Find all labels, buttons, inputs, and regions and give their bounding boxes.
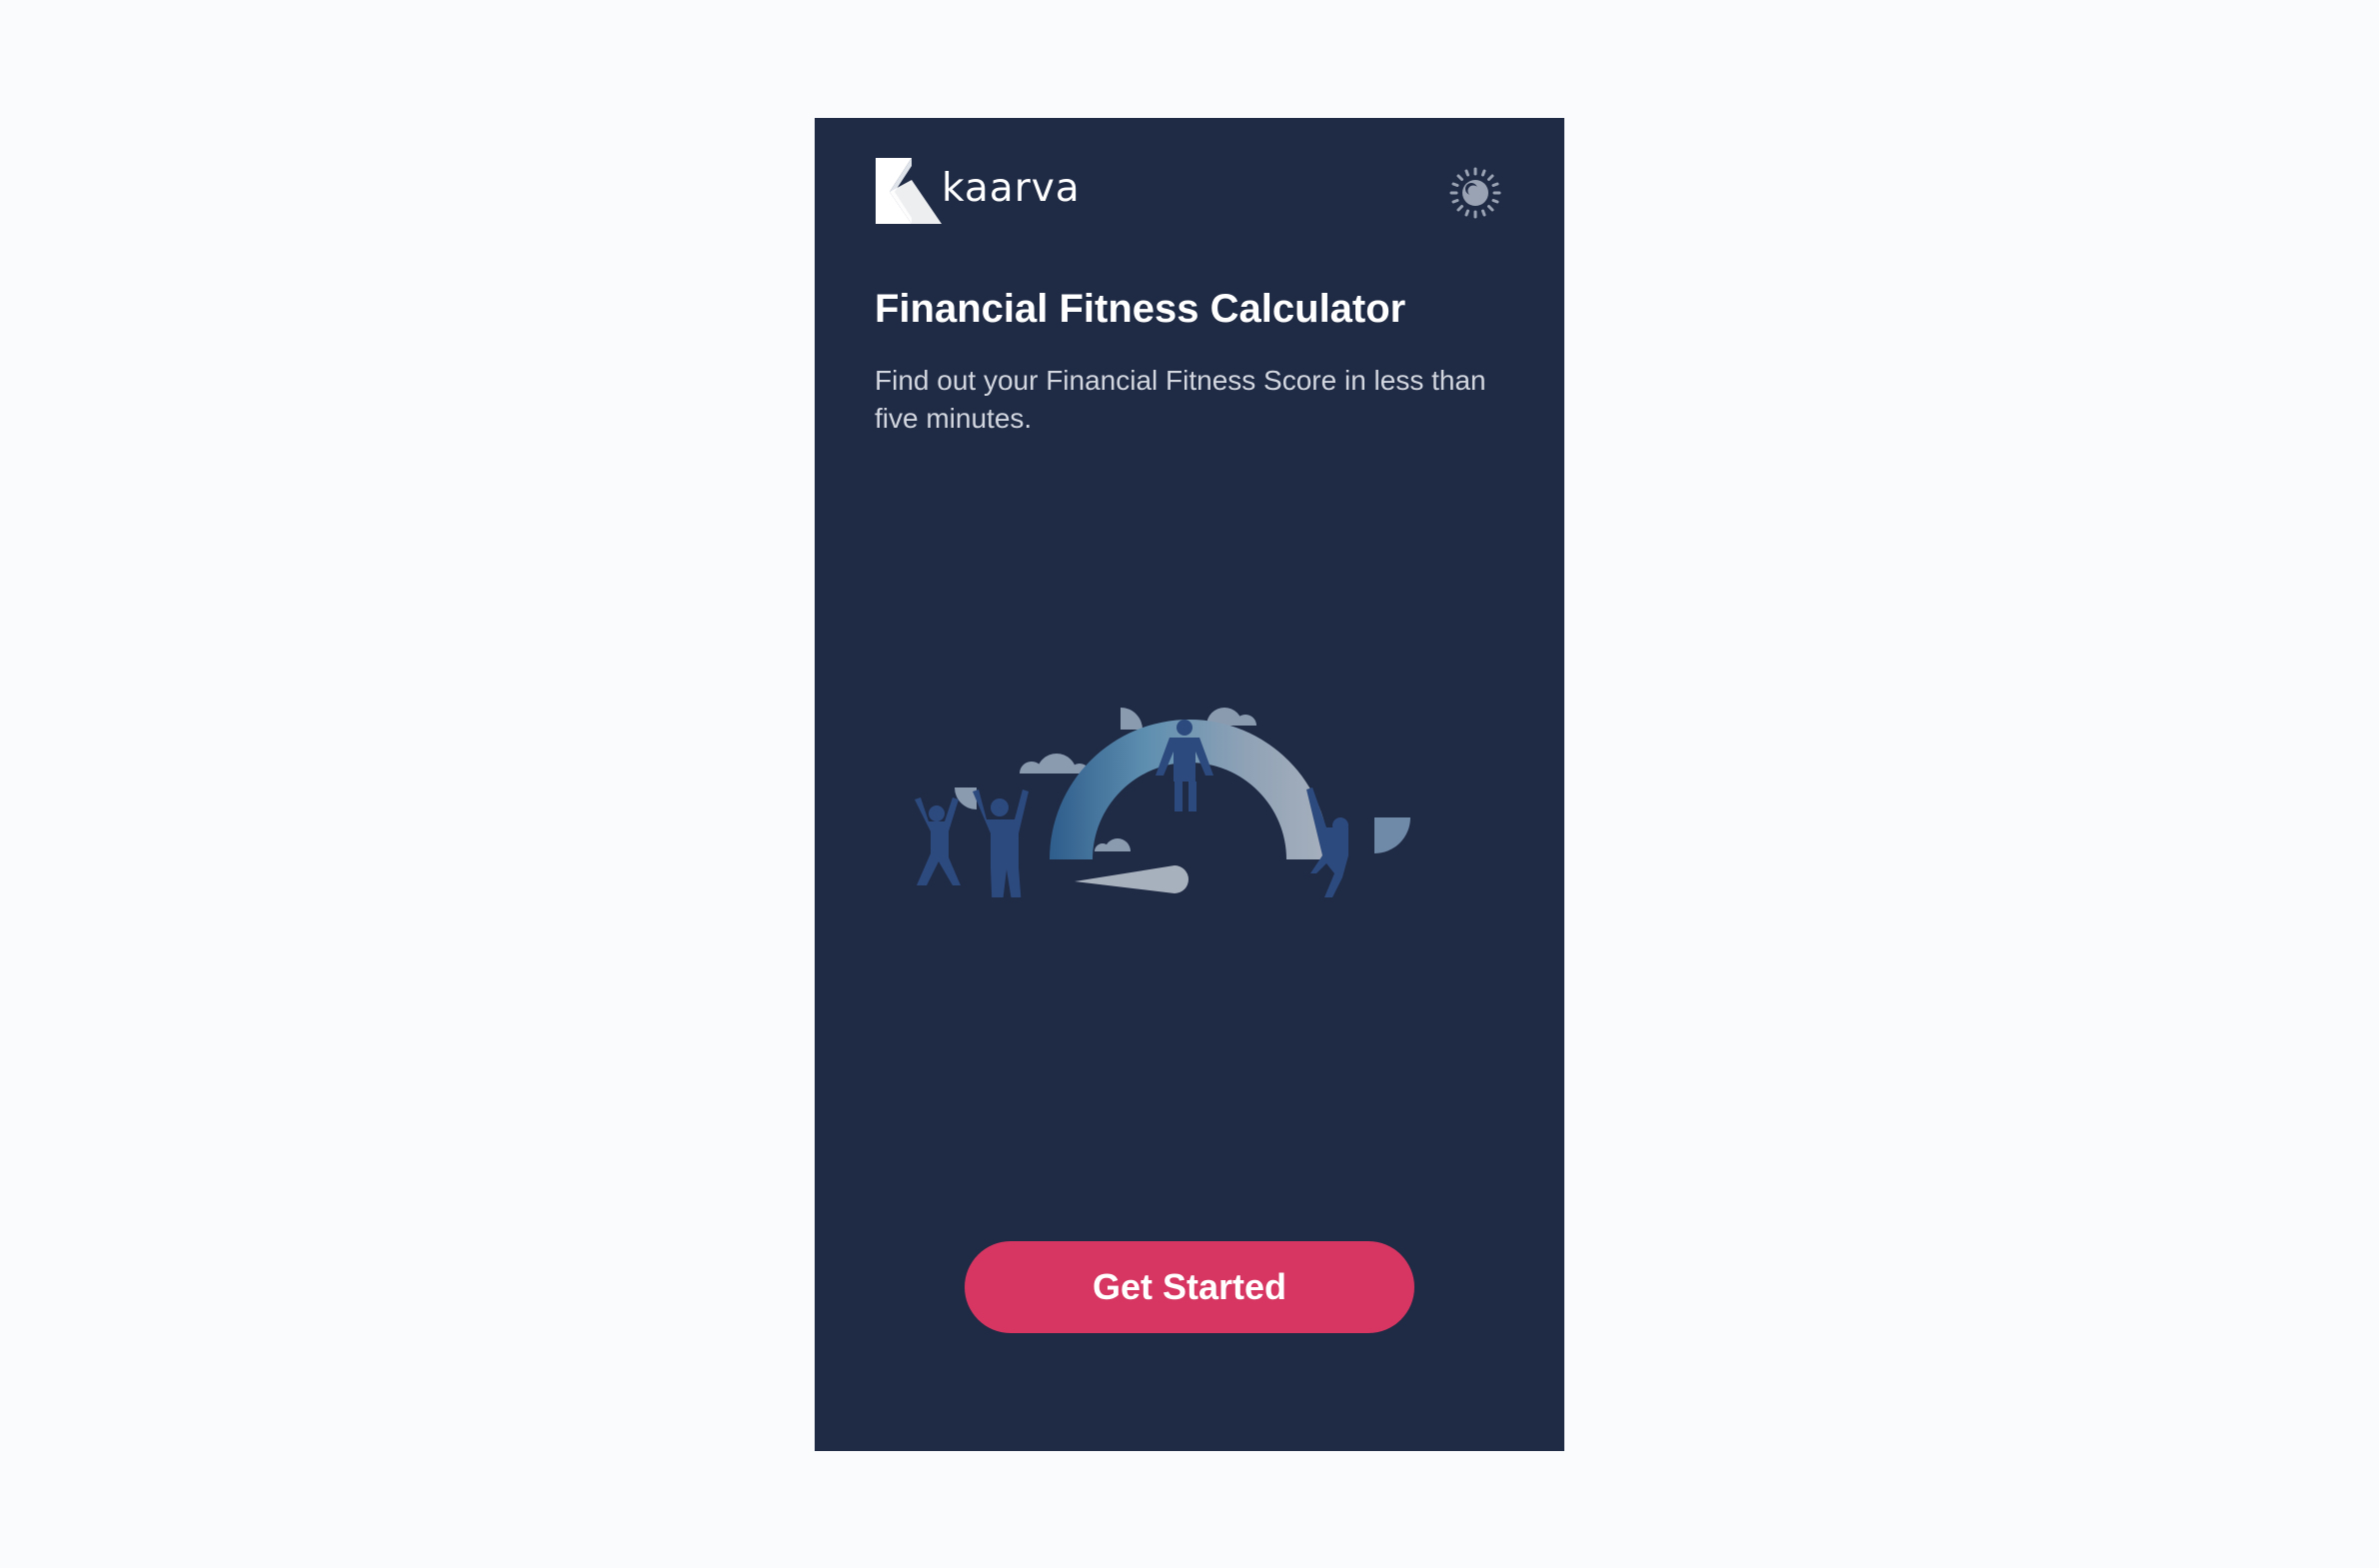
kaarva-logo-icon	[876, 158, 942, 224]
get-started-button[interactable]: Get Started	[965, 1241, 1414, 1333]
sun-moon-icon	[1449, 167, 1501, 219]
page-title: Financial Fitness Calculator	[875, 287, 1406, 331]
cloud-icon	[1020, 754, 1090, 774]
brand-logo[interactable]: kaarva	[876, 158, 1081, 224]
page-subtitle: Find out your Financial Fitness Score in…	[875, 365, 1486, 434]
brand-name: kaarva	[942, 165, 1081, 211]
app-screen: kaarva Financial Fitness Calculator Find…	[815, 118, 1564, 1451]
financial-fitness-illustration	[915, 708, 1410, 897]
theme-toggle-button[interactable]	[1449, 167, 1501, 219]
